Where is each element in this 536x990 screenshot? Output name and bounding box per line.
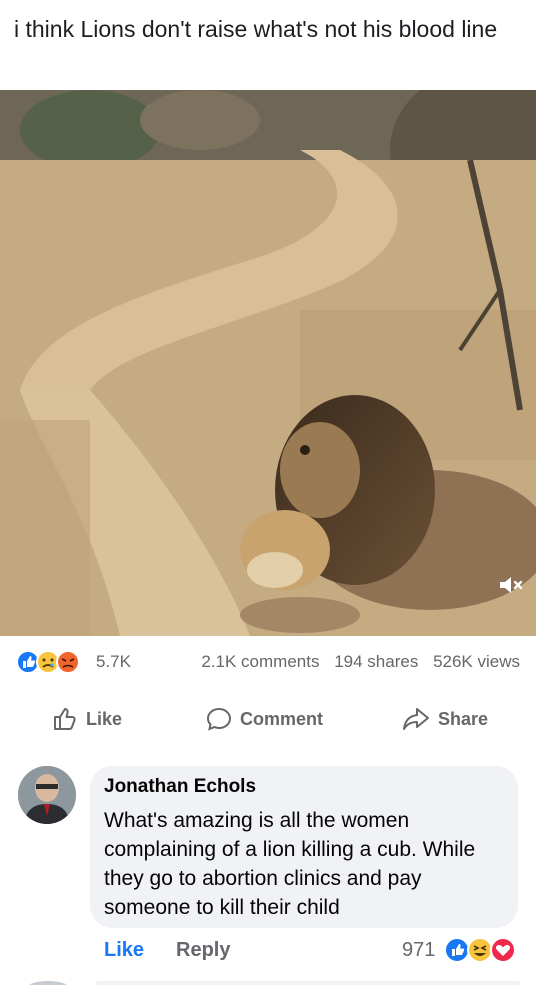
thumbs-up-icon	[54, 708, 76, 730]
comment-label: Comment	[240, 708, 324, 729]
video-frame	[0, 90, 536, 636]
post-actions: Like Comment Share	[0, 700, 536, 740]
mute-icon[interactable]	[498, 574, 524, 596]
comment-reactions-icons[interactable]	[444, 937, 520, 963]
comment-icon	[206, 707, 232, 731]
comment-text: What's amazing is all the women complain…	[104, 809, 476, 919]
comment-reaction-count[interactable]: 971	[402, 939, 435, 962]
share-button[interactable]: Share	[402, 706, 488, 732]
comment-actions: Like Reply 971	[0, 935, 536, 967]
comment-author[interactable]: Jonathan Echols	[104, 776, 256, 798]
reactions-icons[interactable]	[16, 650, 96, 674]
share-icon	[403, 708, 429, 730]
post-stats: 5.7K 2.1K comments 194 shares 526K views	[0, 648, 536, 676]
profile-picture	[18, 766, 76, 824]
views-count: 526K views	[433, 652, 520, 671]
comment-like-button[interactable]: Like	[104, 939, 144, 962]
share-label: Share	[438, 708, 489, 729]
comment-bubble: Jonathan Echols What's amazing is all th…	[90, 766, 518, 928]
comment-reply-button[interactable]: Reply	[176, 939, 230, 962]
next-comment-edge	[0, 972, 536, 990]
shares-count[interactable]: 194 shares	[334, 652, 418, 671]
like-label: Like	[86, 708, 123, 729]
comments-count[interactable]: 2.1K comments	[201, 652, 319, 671]
reaction-count[interactable]: 5.7K	[96, 652, 131, 672]
avatar[interactable]	[18, 766, 76, 824]
like-button[interactable]: Like	[52, 706, 122, 732]
comment-button[interactable]: Comment	[206, 706, 323, 732]
video-player[interactable]	[0, 90, 536, 636]
post-caption: i think Lions don't raise what's not his…	[14, 16, 498, 42]
